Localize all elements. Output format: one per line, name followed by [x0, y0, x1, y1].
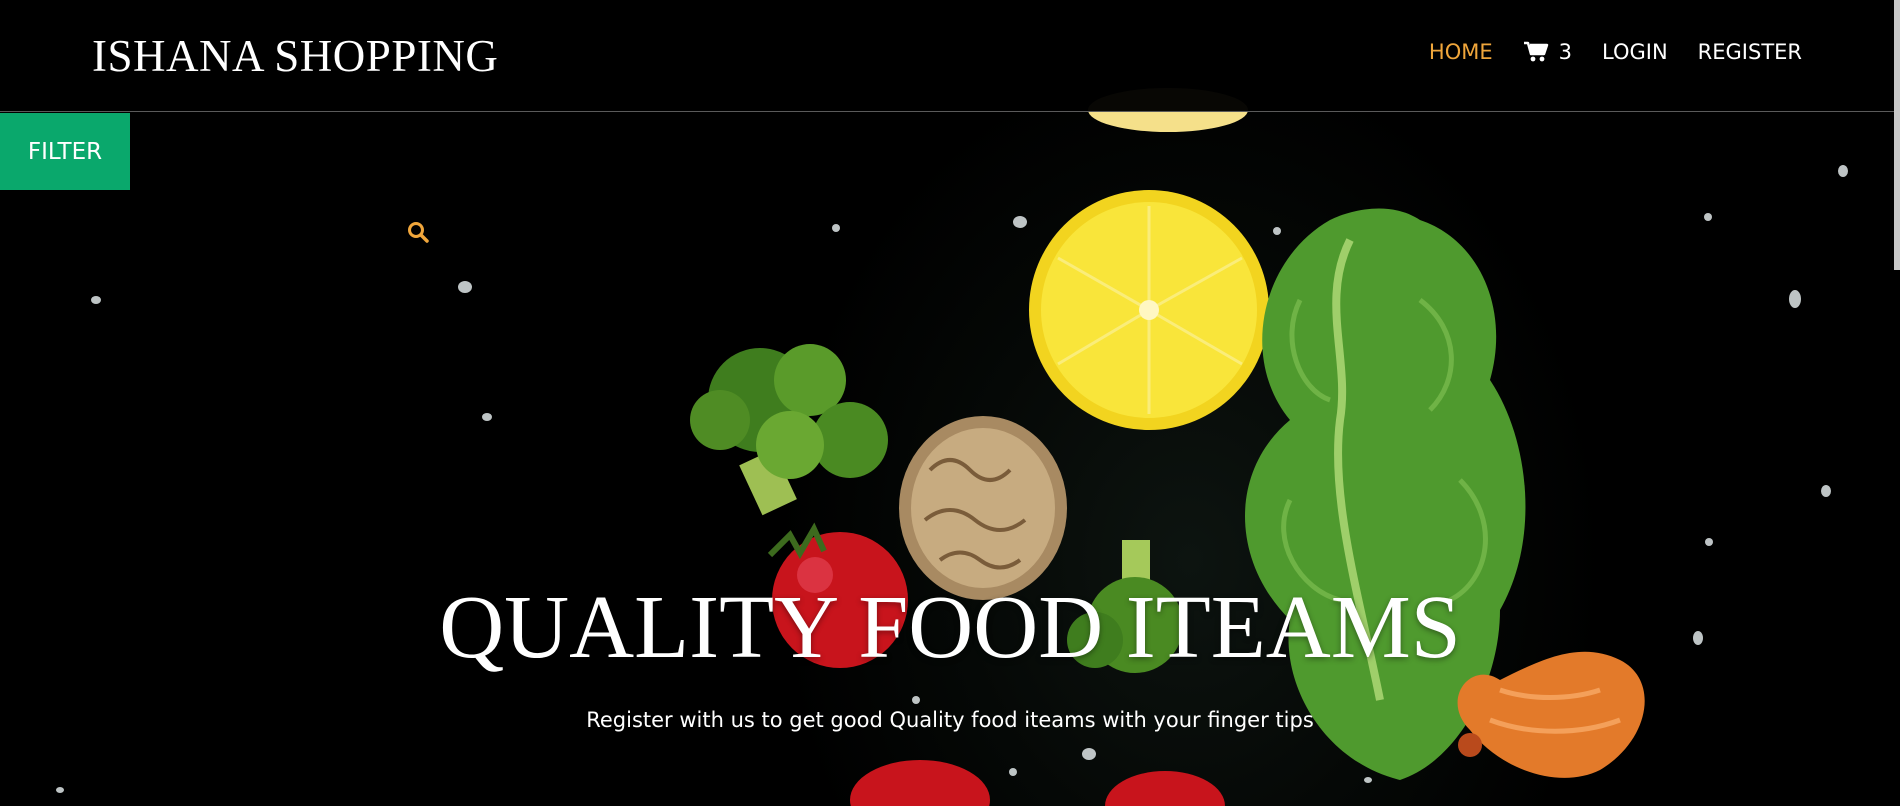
- nav-register[interactable]: REGISTER: [1698, 40, 1802, 64]
- tomato-bottom-right: [1105, 771, 1225, 806]
- broccoli: [690, 344, 888, 516]
- search-icon[interactable]: [406, 220, 430, 244]
- nav-cart[interactable]: 3: [1523, 40, 1572, 64]
- hero-background: [0, 0, 1900, 806]
- nav-home[interactable]: HOME: [1429, 40, 1493, 64]
- brand-logo[interactable]: ISHANA SHOPPING: [92, 30, 498, 82]
- nav-login[interactable]: LOGIN: [1602, 40, 1668, 64]
- cart-icon: [1523, 41, 1548, 62]
- hero-headline: QUALITY FOOD ITEAMS: [439, 578, 1461, 677]
- nav-links: HOME 3 LOGIN REGISTER: [1429, 40, 1802, 64]
- hero-subtitle: Register with us to get good Quality foo…: [586, 708, 1314, 732]
- top-navbar: ISHANA SHOPPING HOME 3 LOGIN REGISTER: [0, 0, 1900, 112]
- tomato-bottom-left: [850, 760, 990, 806]
- filter-button[interactable]: FILTER: [0, 113, 130, 190]
- cart-count: 3: [1558, 40, 1572, 64]
- food-illustration: [56, 88, 1848, 806]
- scrollbar[interactable]: [1894, 0, 1900, 270]
- lemon: [1029, 190, 1269, 430]
- mushroom: [899, 416, 1067, 600]
